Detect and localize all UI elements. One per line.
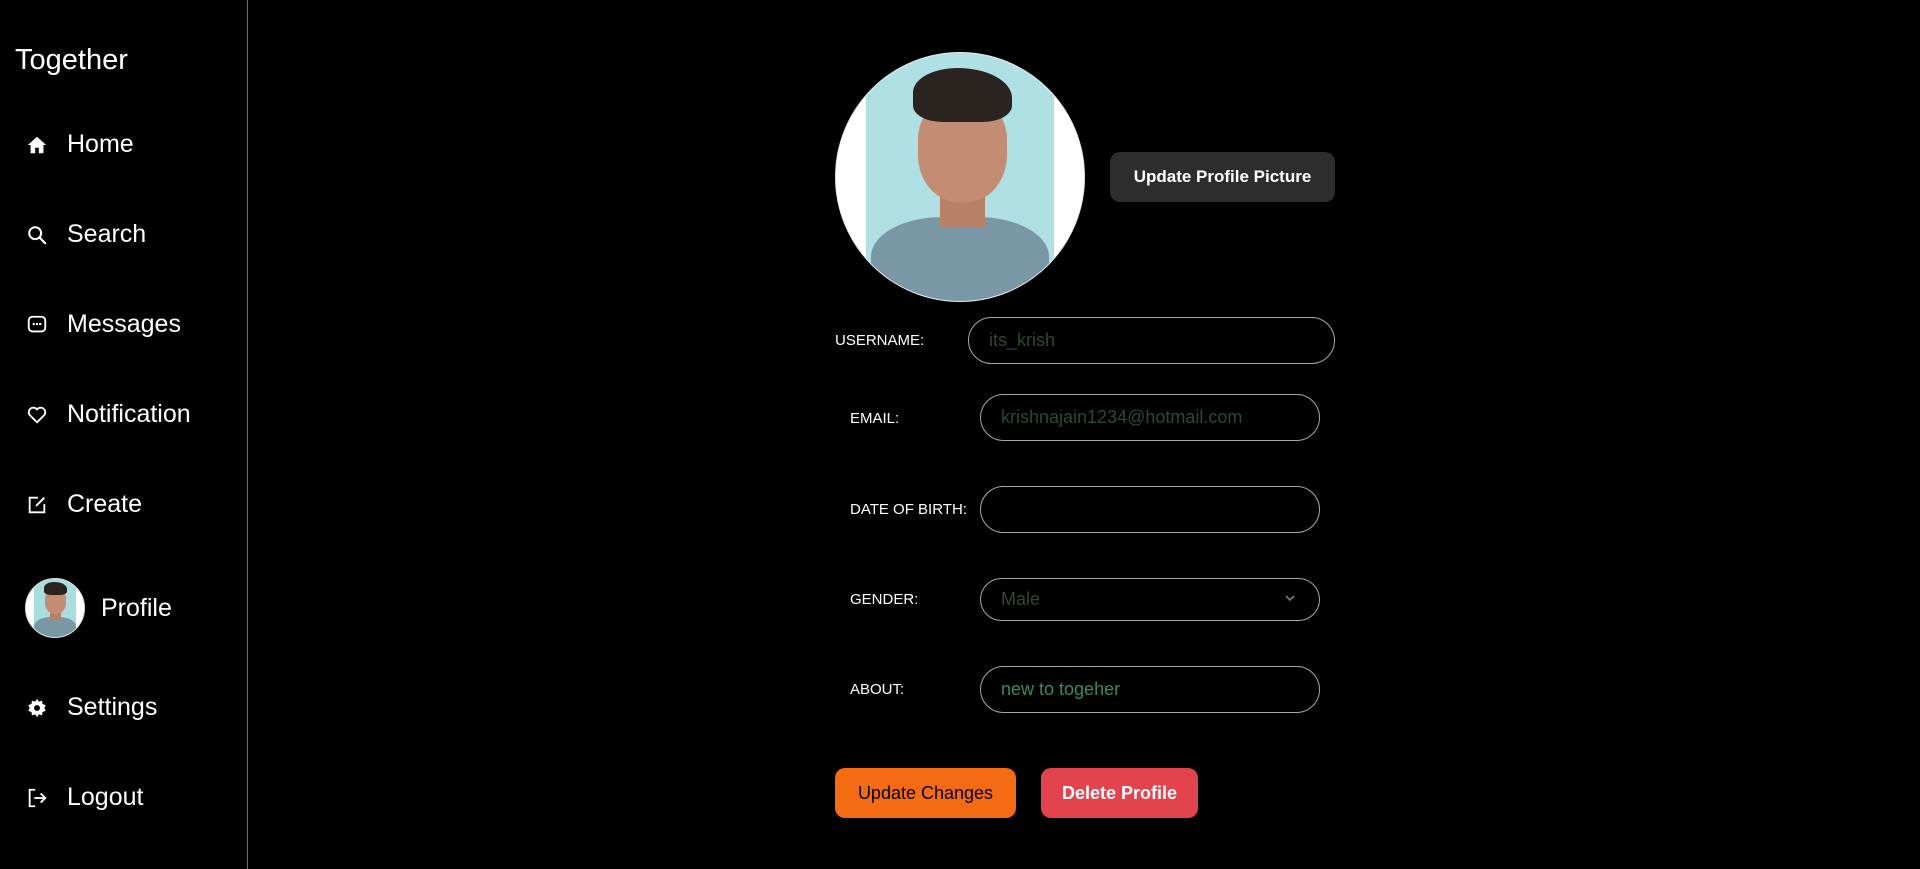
sidebar-item-label: Settings — [67, 693, 158, 721]
date-of-birth-input[interactable] — [980, 486, 1320, 533]
message-icon — [25, 313, 49, 337]
sidebar-item-create[interactable]: Create — [25, 490, 142, 519]
gear-icon — [25, 696, 49, 720]
profile-picture — [835, 52, 1085, 302]
sidebar-item-settings[interactable]: Settings — [25, 693, 157, 722]
chevron-down-icon — [1283, 589, 1297, 610]
sidebar-item-label: Logout — [67, 783, 144, 811]
edit-icon — [25, 493, 49, 517]
sidebar-item-logout[interactable]: Logout — [25, 783, 143, 812]
sidebar-item-label: Search — [67, 220, 147, 248]
update-profile-picture-button[interactable]: Update Profile Picture — [1110, 152, 1335, 202]
sidebar-item-messages[interactable]: Messages — [25, 310, 181, 339]
logout-icon — [25, 786, 49, 810]
dob-label: DATE OF BIRTH: — [850, 501, 967, 518]
sidebar-item-label: Profile — [101, 593, 172, 622]
sidebar-item-label: Home — [67, 130, 134, 158]
heart-icon — [25, 403, 49, 427]
update-changes-button[interactable]: Update Changes — [835, 768, 1016, 818]
sidebar-item-label: Notification — [67, 400, 191, 428]
username-label: USERNAME: — [835, 332, 925, 349]
search-icon — [25, 223, 49, 247]
home-icon — [25, 133, 49, 157]
email-label: EMAIL: — [850, 410, 900, 427]
gender-label: GENDER: — [850, 591, 919, 608]
app-title: Together — [15, 44, 128, 76]
about-input[interactable]: new to togeher — [980, 666, 1320, 713]
about-label: ABOUT: — [850, 681, 905, 698]
gender-selected-value: Male — [1001, 589, 1041, 609]
sidebar-item-notification[interactable]: Notification — [25, 400, 191, 429]
sidebar-item-search[interactable]: Search — [25, 220, 146, 249]
sidebar-item-label: Create — [67, 490, 143, 518]
avatar — [25, 578, 85, 638]
sidebar-item-home[interactable]: Home — [25, 130, 134, 159]
sidebar: Together Home Search Messages Notificati… — [0, 0, 248, 869]
username-input[interactable]: its_krish — [968, 317, 1335, 364]
sidebar-item-label: Messages — [67, 310, 181, 338]
gender-select[interactable]: Male — [980, 578, 1320, 621]
sidebar-item-profile[interactable]: Profile — [25, 578, 172, 638]
delete-profile-button[interactable]: Delete Profile — [1041, 768, 1198, 818]
email-field[interactable]: krishnajain1234@hotmail.com — [980, 394, 1320, 441]
